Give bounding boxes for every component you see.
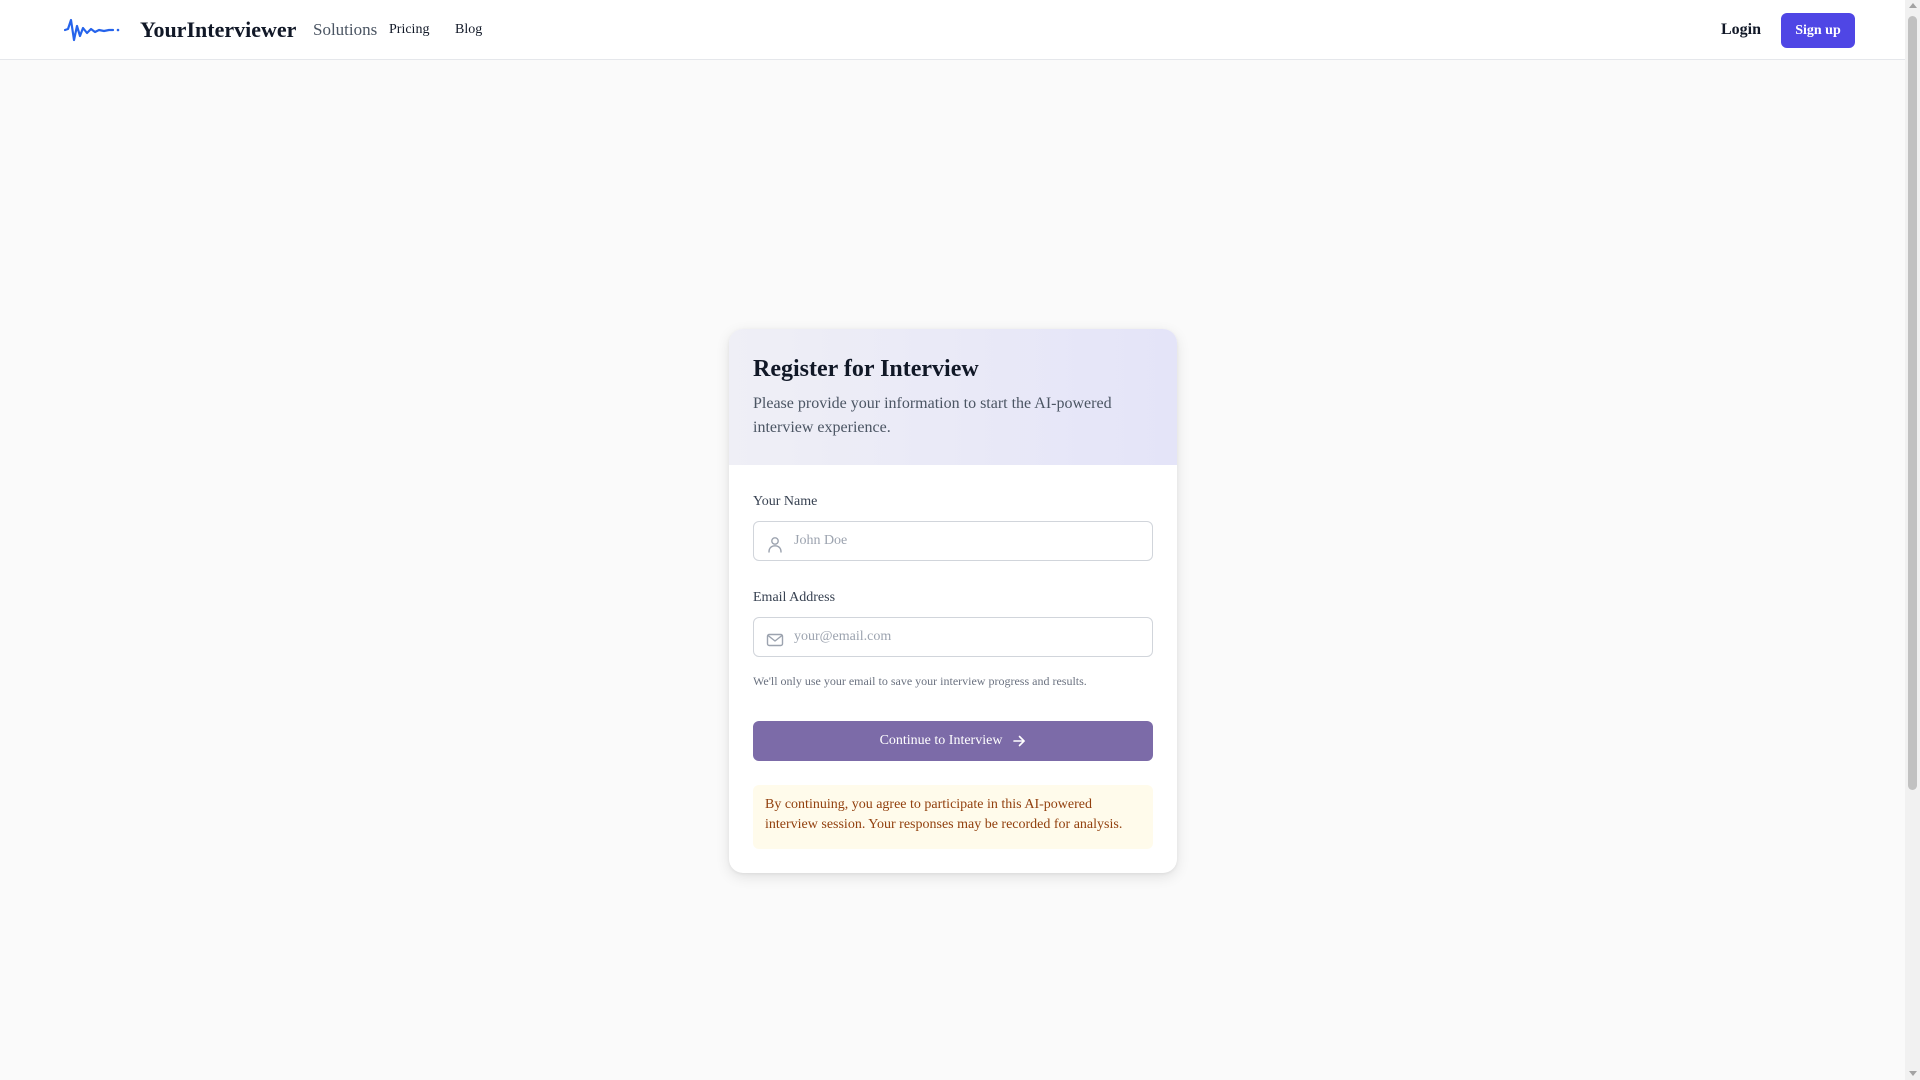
email-field[interactable] <box>753 617 1153 657</box>
page-background: YourInterviewer Solutions Pricing Blog L… <box>0 0 1905 1080</box>
nav-blog[interactable]: Blog <box>455 21 482 39</box>
vertical-scrollbar[interactable] <box>1905 0 1920 1080</box>
name-field[interactable] <box>753 521 1153 561</box>
email-label: Email Address <box>753 590 836 605</box>
email-input[interactable] <box>794 618 1144 656</box>
brand-name[interactable]: YourInterviewer <box>140 16 296 44</box>
nav-pricing[interactable]: Pricing <box>389 21 429 39</box>
registration-card: Register for Interview Please provide yo… <box>729 329 1177 873</box>
name-input[interactable] <box>794 522 1144 560</box>
email-privacy-hint: We'll only use your email to save your i… <box>753 674 1087 688</box>
consent-notice: By continuing, you agree to participate … <box>753 785 1153 849</box>
mail-icon <box>766 633 784 647</box>
scroll-down-arrow-icon[interactable] <box>1909 1071 1917 1076</box>
arrow-right-icon <box>1013 735 1026 747</box>
login-link[interactable]: Login <box>1721 19 1761 41</box>
top-navigation-bar: YourInterviewer Solutions Pricing Blog L… <box>0 0 1905 60</box>
name-label: Your Name <box>753 494 818 509</box>
nav-solutions[interactable]: Solutions <box>313 19 377 41</box>
continue-button-label: Continue to Interview <box>879 733 1003 748</box>
continue-to-interview-button[interactable]: Continue to Interview <box>753 721 1153 761</box>
card-description: Please provide your information to start… <box>753 395 1112 436</box>
scrollbar-thumb[interactable] <box>1908 16 1917 790</box>
scroll-up-arrow-icon[interactable] <box>1909 3 1917 8</box>
sound-wave-logo-icon[interactable] <box>64 16 120 44</box>
card-header: Register for Interview Please provide yo… <box>729 329 1177 465</box>
user-icon <box>768 537 782 553</box>
signup-button[interactable]: Sign up <box>1781 13 1855 48</box>
card-title: Register for Interview <box>753 356 979 382</box>
